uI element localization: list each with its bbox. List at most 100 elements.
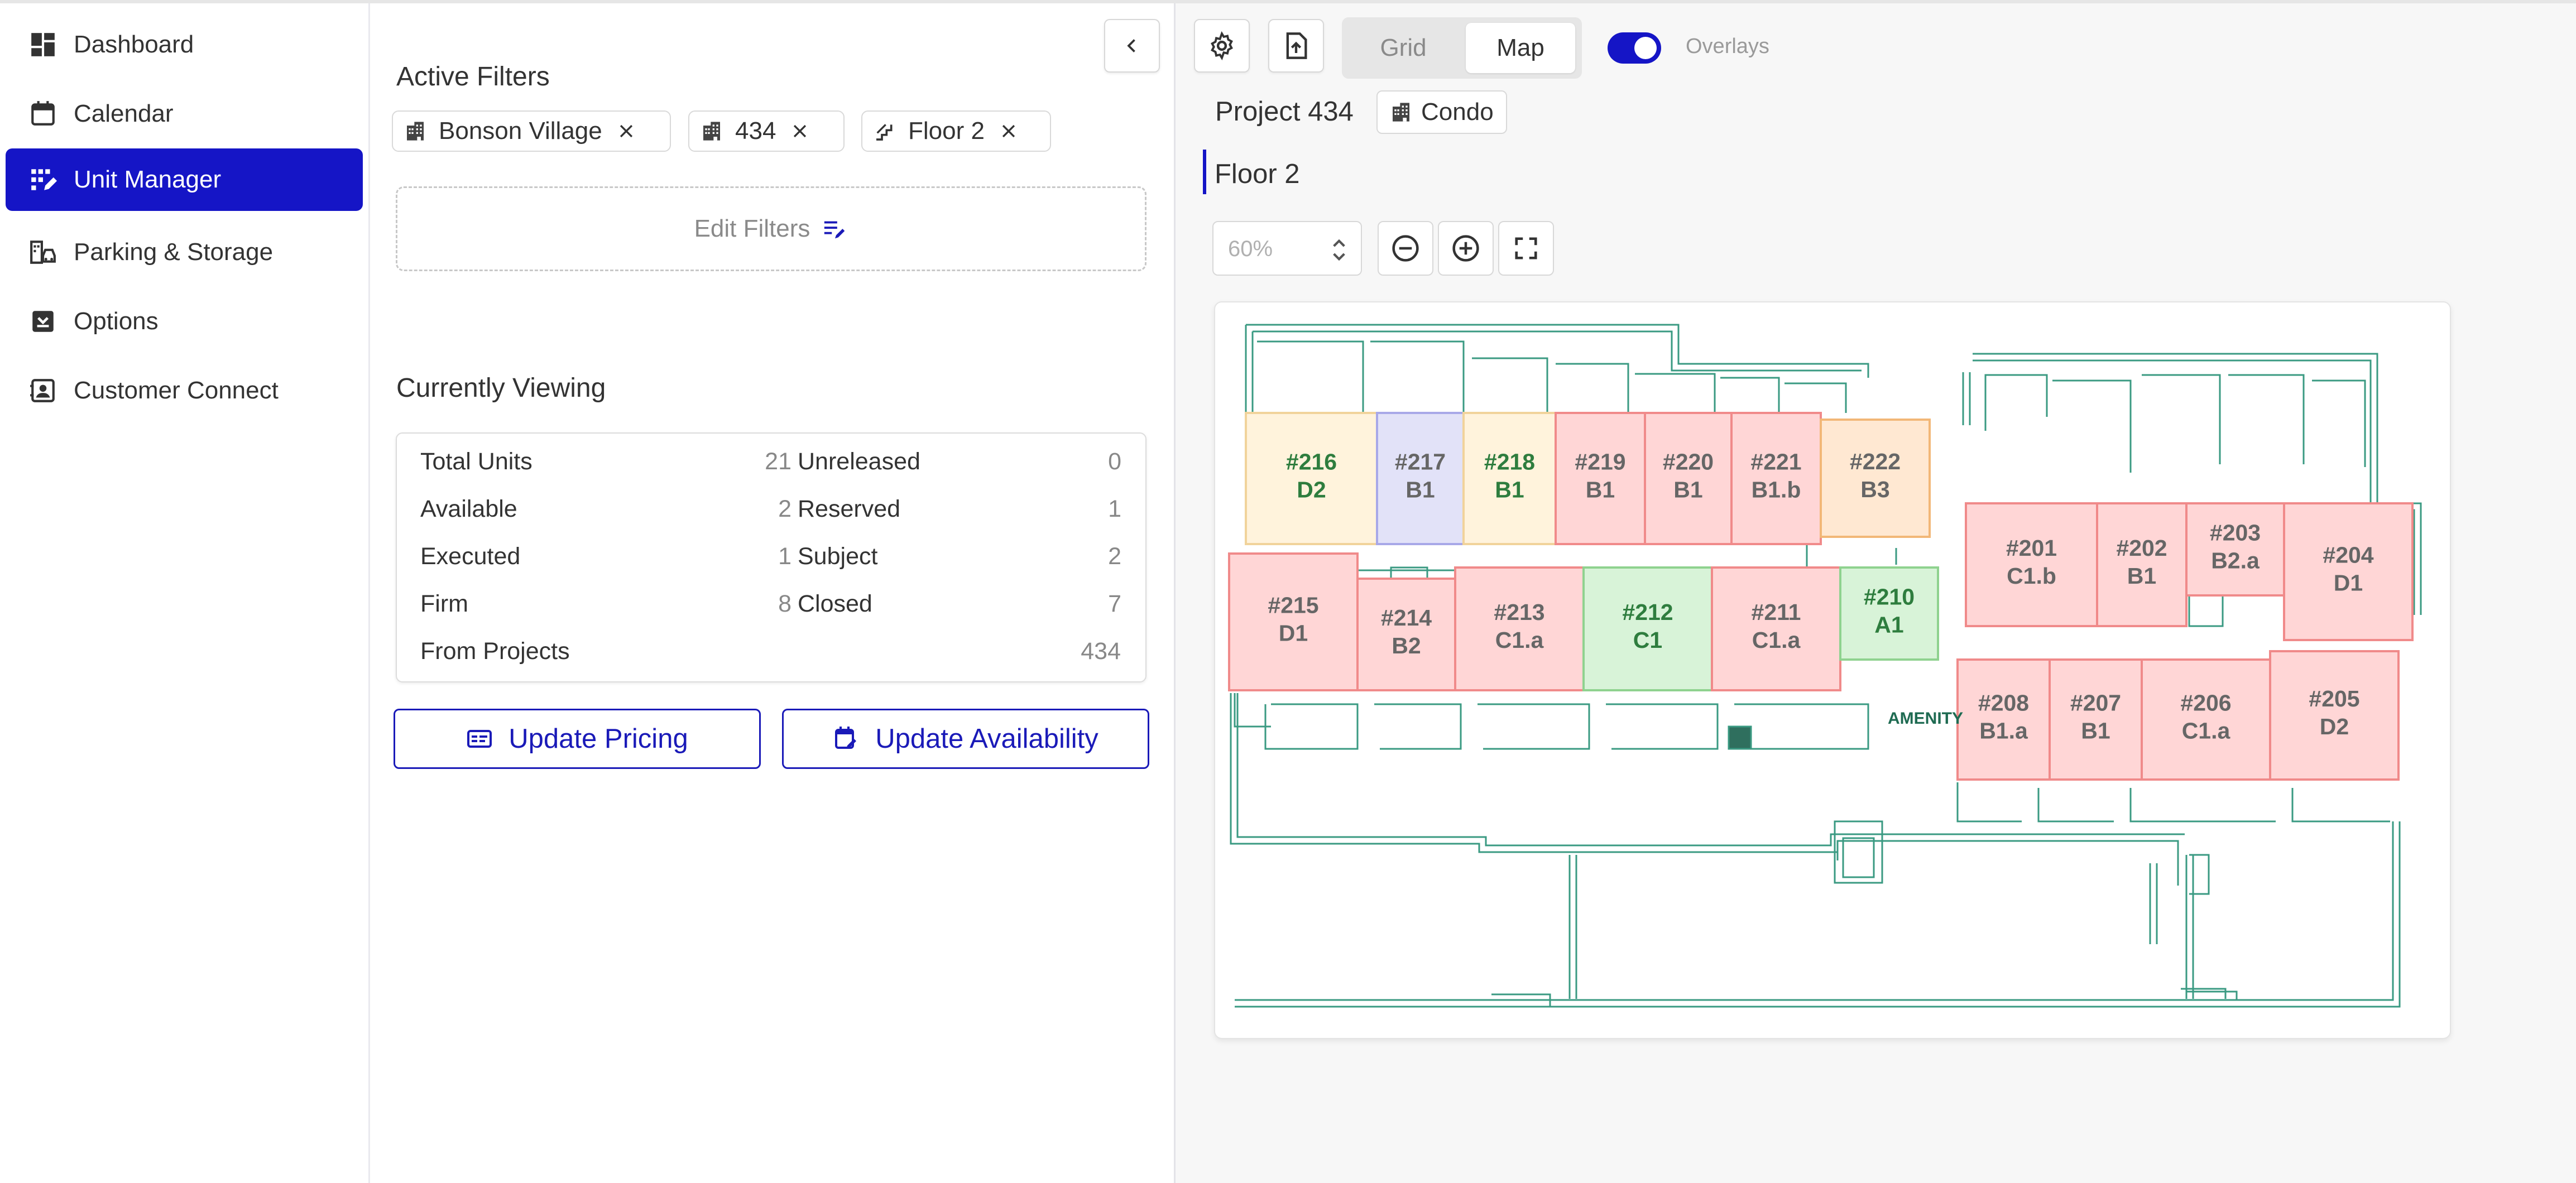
unit-plan: B1 [1405,477,1435,503]
sidebar-item-label: Customer Connect [74,377,279,404]
unit-207[interactable]: #207B1 [2049,658,2143,781]
remove-filter-icon[interactable] [790,121,810,141]
balcony-outline [1234,693,1869,750]
sidebar-item-customer-connect[interactable]: Customer Connect [6,359,363,422]
stat-unreleased: Unreleased 0 [798,448,1121,475]
unit-215[interactable]: #215 D1 [1228,552,1359,691]
unit-216[interactable]: #216D2 [1245,412,1378,545]
unit-plan: D1 [1279,621,1308,646]
floor-plan-map[interactable]: #216 D2 #217 B1 #218 B1 #219 B1 #220 B1 #221 B1.b #2… [1214,301,2451,1039]
update-pricing-button[interactable]: Update Pricing [394,709,761,769]
unit-number: #207 [2070,690,2121,716]
price-tag-icon [466,725,494,753]
zoom-out-button[interactable] [1378,221,1433,276]
stat-executed: Executed 1 [420,543,791,570]
sidebar-item-dashboard[interactable]: Dashboard [6,13,363,76]
unit-plan: D2 [1297,477,1326,503]
toggle-knob [1634,37,1657,59]
sidebar-item-label: Dashboard [74,31,194,58]
unit-plan: B1.b [1752,477,1801,503]
stairs-icon [874,119,898,143]
settings-button[interactable] [1194,19,1250,73]
sidebar-item-label: Parking & Storage [74,238,274,266]
sidebar-item-label: Unit Manager [74,166,222,193]
unit-number: #215 [1268,593,1318,618]
wall-outline [1245,325,1254,414]
unit-219[interactable]: #219B1 [1555,412,1646,545]
unit-203[interactable]: #203B2.a [2185,502,2285,597]
unit-204[interactable]: #204D1 [2283,502,2414,641]
fullscreen-button[interactable] [1498,221,1554,276]
filter-chip-project[interactable]: 434 [688,110,845,152]
unit-218[interactable]: #218B1 [1462,412,1557,545]
remove-filter-icon[interactable] [999,121,1019,141]
overlays-toggle[interactable] [1608,32,1661,64]
update-pricing-label: Update Pricing [509,724,688,754]
unit-number: #220 [1663,449,1714,475]
zoom-in-button[interactable] [1438,221,1494,276]
filter-chip-floor[interactable]: Floor 2 [861,110,1051,152]
sidebar-item-parking-storage[interactable]: Parking & Storage [6,221,363,283]
map-view-button[interactable]: Map [1466,23,1575,73]
unit-206[interactable]: #206C1.a [2141,658,2271,781]
zoom-level-field[interactable] [1212,221,1362,276]
unit-202[interactable]: #202B1 [2096,502,2188,627]
unit-222[interactable]: #222 B3 [1820,419,1931,538]
door-outline [1834,820,1883,884]
stairs-block [2188,592,2224,627]
unit-208[interactable]: #208B1.a [1956,658,2051,781]
stat-firm: Firm 8 [420,590,791,617]
floor-plan-svg: #216D2#217B1#218B1#219B1#220B1#221B1.b#2… [1228,324,2422,1008]
building-icon [404,119,429,143]
building-icon [1393,103,1409,122]
zoom-level-input[interactable] [1227,234,1330,263]
unit-number: #221 [1750,449,1801,475]
unit-plan: C1.a [1495,627,1544,653]
filter-chip-community[interactable]: Bonson Village [392,110,671,152]
unit-plan: B1.a [1979,718,2028,744]
unit-number: #203 [2210,520,2261,546]
project-type-badge: Condo [1376,90,1507,134]
units-layer: #216D2#217B1#218B1#219B1#220B1#221B1.b#2… [1228,412,2414,781]
edit-filters-label: Edit Filters [694,215,810,242]
sidebar-item-calendar[interactable]: Calendar [6,83,363,145]
unit-number: #214 [1381,605,1432,631]
unit-number: #208 [1978,690,2029,716]
unit-220[interactable]: #220B1 [1644,412,1733,545]
unit-211[interactable]: #211C1.a [1711,566,1841,691]
unit-214[interactable]: #214B2 [1356,578,1456,691]
unit-201[interactable]: #201C1.b [1965,502,2098,627]
sidebar-item-options[interactable]: Options [6,290,363,353]
unit-plan: B1 [2127,563,2156,589]
chip-label: Floor 2 [908,117,985,145]
balcony-outline [1956,782,2390,823]
unit-213[interactable]: #213C1.a [1454,566,1585,691]
chip-label: Bonson Village [439,117,602,145]
view-toggle: Grid Map [1342,17,1582,79]
edit-filters-button[interactable]: Edit Filters [396,186,1147,271]
unit-plan: B1 [1495,477,1524,503]
unit-221[interactable]: #221B1.b [1730,412,1822,545]
unit-210[interactable]: #210A1 [1839,566,1939,661]
project-title: Project 434 [1215,97,1354,127]
unit-plan: C1.a [1752,627,1801,653]
active-filters-title: Active Filters [396,62,550,92]
update-availability-button[interactable]: Update Availability [782,709,1149,769]
unit-number: #219 [1575,449,1625,475]
export-button[interactable] [1268,19,1324,73]
building-icon [701,119,725,143]
parking-storage-icon [28,237,58,267]
options-icon [28,306,58,336]
unit-205[interactable]: #205 D2 [2269,650,2400,781]
collapse-panel-button[interactable] [1104,19,1160,73]
unit-number: #206 [2180,690,2231,716]
unit-212[interactable]: #212C1 [1582,566,1713,691]
sidebar-item-unit-manager[interactable]: Unit Manager [6,148,363,211]
remove-filter-icon[interactable] [617,121,637,141]
unit-number: #213 [1494,599,1544,625]
calendar-edit-icon [833,725,861,753]
unit-217[interactable]: #217B1 [1376,412,1465,545]
edit-list-icon [824,221,845,239]
floor-title: Floor 2 [1215,159,1300,189]
grid-view-button[interactable]: Grid [1349,23,1458,73]
